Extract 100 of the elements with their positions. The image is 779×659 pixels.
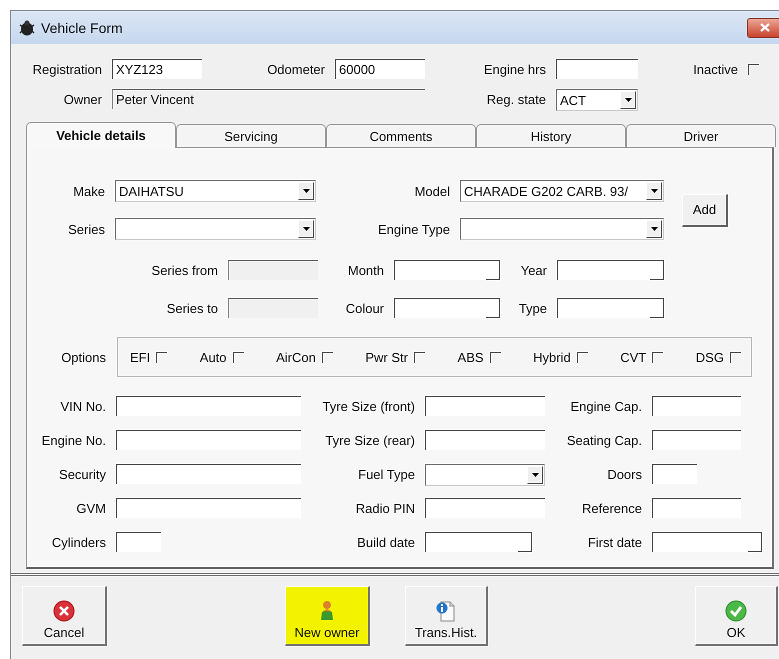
text-field[interactable] bbox=[652, 430, 741, 450]
field-label: Options bbox=[60, 350, 106, 364]
dropdown[interactable] bbox=[460, 218, 664, 240]
field-label: EFI bbox=[130, 350, 150, 364]
text-field[interactable]: 60000 bbox=[335, 59, 425, 79]
checkbox[interactable] bbox=[652, 352, 664, 362]
picker-button[interactable] bbox=[650, 299, 664, 318]
checkbox[interactable] bbox=[748, 64, 759, 74]
caret-icon bbox=[302, 189, 310, 193]
dropdown-button[interactable] bbox=[646, 220, 662, 238]
beetle-icon bbox=[19, 20, 35, 36]
field-label: Type bbox=[518, 300, 547, 316]
text-field[interactable] bbox=[556, 59, 638, 79]
toolbar-button[interactable]: Cancel bbox=[22, 586, 107, 646]
field-label: Registration bbox=[32, 62, 102, 76]
field-label: Engine hrs bbox=[482, 62, 546, 76]
field-label: Engine No. bbox=[40, 432, 106, 448]
field-label: Series bbox=[67, 222, 105, 236]
add-button[interactable]: Add bbox=[682, 194, 728, 226]
dropdown[interactable]: CHARADE G202 CARB. 93/ bbox=[460, 180, 664, 202]
field-label: Seating Cap. bbox=[566, 432, 642, 448]
dropdown-button[interactable] bbox=[620, 91, 636, 109]
date-field[interactable] bbox=[425, 532, 532, 552]
text-field[interactable] bbox=[652, 498, 741, 518]
checkbox[interactable] bbox=[576, 352, 588, 362]
picker-button[interactable] bbox=[486, 299, 500, 318]
checkbox[interactable] bbox=[490, 352, 501, 362]
picker-button[interactable] bbox=[518, 533, 532, 552]
dropdown-button[interactable] bbox=[298, 220, 314, 238]
checkbox[interactable] bbox=[322, 352, 333, 362]
tab[interactable]: Comments bbox=[326, 124, 476, 147]
date-field[interactable] bbox=[557, 298, 664, 318]
dropdown[interactable]: DAIHATSU bbox=[115, 180, 316, 202]
dropdown[interactable] bbox=[115, 218, 316, 240]
field-label: Tyre Size (rear) bbox=[324, 432, 415, 448]
dropdown-button[interactable] bbox=[298, 182, 314, 200]
dropdown-button[interactable] bbox=[646, 182, 662, 200]
text-field[interactable] bbox=[652, 464, 697, 484]
picker-button[interactable] bbox=[650, 261, 664, 280]
text-field[interactable] bbox=[116, 498, 301, 518]
toolbar-button[interactable]: New owner bbox=[285, 586, 370, 646]
toolbar-button[interactable]: OK bbox=[695, 586, 778, 646]
text-field[interactable] bbox=[425, 396, 545, 416]
close-icon bbox=[760, 23, 770, 32]
text-field[interactable] bbox=[116, 532, 161, 552]
field-label: Hybrid bbox=[533, 350, 571, 364]
tab[interactable]: History bbox=[476, 124, 626, 147]
field-label: Engine Cap. bbox=[569, 398, 642, 414]
caret-icon bbox=[650, 227, 658, 231]
text-field[interactable] bbox=[652, 396, 741, 416]
dropdown[interactable] bbox=[425, 464, 545, 486]
field-label: Reg. state bbox=[486, 92, 546, 106]
field-label: Pwr Str bbox=[365, 350, 408, 364]
date-field[interactable] bbox=[394, 298, 500, 318]
toolbar-button[interactable]: Trans.Hist. bbox=[405, 586, 488, 646]
field-label: Doors bbox=[606, 466, 642, 482]
field-label: Inactive bbox=[692, 62, 738, 76]
caret-icon bbox=[532, 473, 538, 477]
field-label: Cylinders bbox=[50, 534, 106, 550]
dropdown[interactable]: ACT bbox=[556, 89, 638, 111]
text-field[interactable] bbox=[425, 498, 545, 518]
tab[interactable]: Driver bbox=[626, 124, 776, 147]
field-label: Radio PIN bbox=[354, 500, 415, 516]
field-label: Tyre Size (front) bbox=[322, 398, 415, 414]
cancel-icon bbox=[53, 600, 75, 622]
date-field[interactable] bbox=[557, 260, 664, 280]
picker-button[interactable] bbox=[748, 533, 762, 552]
checkbox[interactable] bbox=[730, 352, 741, 362]
field-label: Year bbox=[520, 262, 547, 278]
text-field[interactable] bbox=[425, 430, 545, 450]
text-field[interactable] bbox=[116, 430, 301, 450]
field-label: Odometer bbox=[266, 62, 325, 76]
field-label: Series to bbox=[166, 300, 218, 316]
text-field[interactable] bbox=[116, 464, 301, 484]
check-circle-icon bbox=[725, 600, 747, 622]
text-field[interactable]: XYZ123 bbox=[112, 59, 202, 79]
document-info-icon bbox=[435, 600, 457, 622]
field-label: Model bbox=[414, 184, 450, 198]
field-label: Auto bbox=[200, 350, 227, 364]
window-title: Vehicle Form bbox=[41, 20, 123, 36]
dropdown-button[interactable] bbox=[527, 466, 543, 484]
field-label: ABS bbox=[458, 350, 484, 364]
caret-icon bbox=[302, 227, 310, 231]
close-button[interactable] bbox=[747, 18, 779, 38]
checkbox[interactable] bbox=[414, 352, 425, 362]
field-label: GVM bbox=[75, 500, 106, 516]
text-field[interactable] bbox=[116, 396, 301, 416]
date-field[interactable] bbox=[652, 532, 762, 552]
field-label: DSG bbox=[696, 350, 724, 364]
field-label: Make bbox=[72, 184, 105, 198]
checkbox[interactable] bbox=[232, 352, 244, 362]
field-label: Security bbox=[58, 466, 106, 482]
tab[interactable]: Servicing bbox=[176, 124, 326, 147]
checkbox[interactable] bbox=[156, 352, 168, 362]
picker-button[interactable] bbox=[486, 261, 500, 280]
field-label: First date bbox=[586, 534, 642, 550]
field-label: AirCon bbox=[276, 350, 316, 364]
date-field[interactable] bbox=[394, 260, 500, 280]
field-label: Engine Type bbox=[376, 222, 450, 236]
tab[interactable]: Vehicle details bbox=[26, 122, 176, 148]
